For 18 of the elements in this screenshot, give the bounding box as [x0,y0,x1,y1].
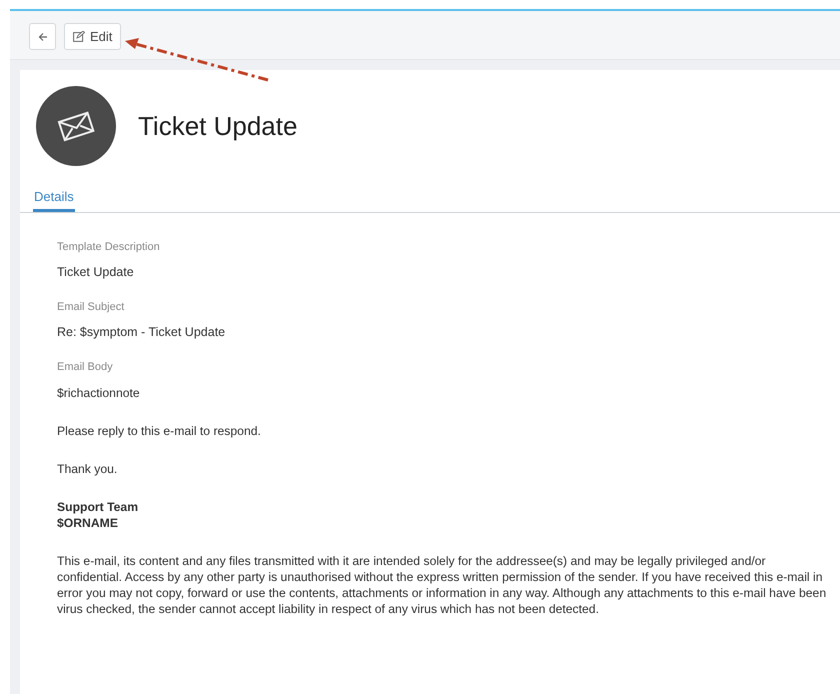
field-label: Email Subject [57,301,126,313]
body-text: Thank you. [57,461,118,477]
page-title: Ticket Update [138,110,298,142]
signature-line: Support Team [57,499,140,515]
field-label: Email Body [57,361,114,373]
field-value: Ticket Update [57,265,135,279]
envelope-icon [56,110,96,142]
edit-icon [73,31,85,42]
field-label: Template Description [57,241,161,253]
signature-line: $ORNAME [57,515,119,531]
edit-button[interactable]: Edit [64,23,122,50]
body-text: Please reply to this e-mail to respond. [57,423,262,439]
details-tab[interactable]: Details [33,186,75,212]
body-text: $richactionnote [57,385,141,401]
body-text: This e-mail, its content and any files transmitted with it are intended solely for the addressee(s) and may be legally privileged and/or confidential. Access by any other party is unauthorised without the express written permission of the sender. If you have received this e-mail in error you may not copy, forward or use the contents, attachments or information in any way. Although any attachments to this e-mail have been virus checked, the sender cannot accept liability in respect of any virus which has not been detected. [57,553,827,617]
back-arrow-icon [38,32,48,42]
field-value: Re: $symptom - Ticket Update [57,325,226,339]
back-button[interactable] [29,23,56,50]
